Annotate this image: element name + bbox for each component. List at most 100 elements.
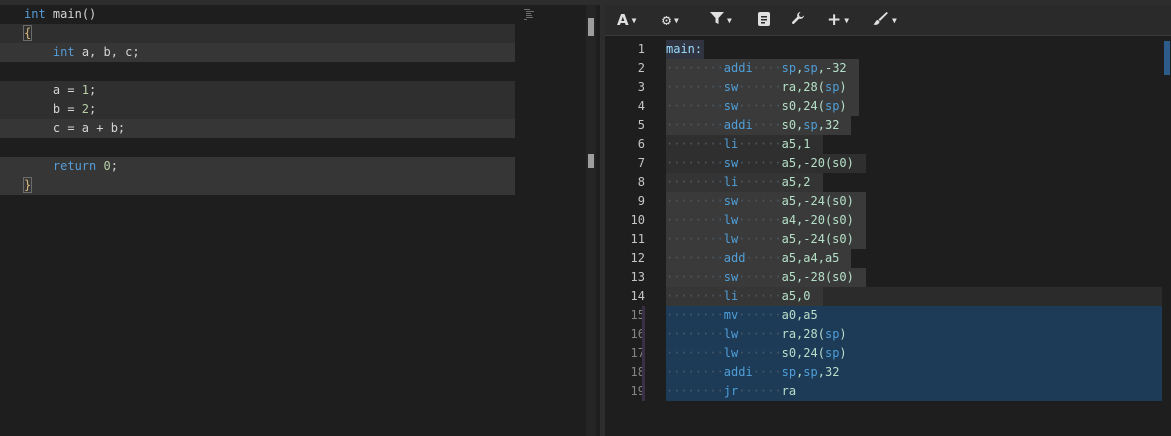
mnemonic: add	[723, 251, 746, 265]
source-scroll-thumb[interactable]	[588, 18, 594, 36]
code-token: 1	[81, 83, 90, 97]
line-number: 14	[630, 289, 645, 303]
operand: ,-32	[817, 61, 847, 75]
instruction: ········jr······ra	[666, 382, 796, 401]
settings-button[interactable]: ⚙ ▼	[662, 9, 679, 31]
instruction: ········sw······a5,-20(s0)	[666, 154, 866, 173]
source-scroll-marker	[588, 154, 594, 168]
instruction: ········mv······a0,a5	[666, 306, 818, 325]
line-number: 5	[637, 118, 645, 132]
mnemonic: lw	[723, 346, 739, 360]
assembly-line[interactable]: ········addi····s0,sp,32	[666, 116, 852, 135]
whitespace-dots: ········	[666, 270, 724, 284]
font-button[interactable]: A ▼	[617, 9, 636, 31]
chevron-down-icon: ▼	[727, 15, 732, 25]
source-line-text: b = 2;	[24, 100, 96, 119]
whitespace-dots: ······	[738, 137, 782, 151]
assembly-line[interactable]: ········sw······a5,-24(s0)	[666, 192, 866, 211]
source-line[interactable]: a = 1;	[0, 81, 515, 100]
assembly-scroll-thumb[interactable]	[1164, 41, 1170, 75]
line-number: 13	[630, 270, 645, 284]
whitespace-dots: ······	[738, 346, 782, 360]
source-editor[interactable]: int main(){ int a, b, c; a = 1; b = 2; c…	[0, 5, 600, 436]
gutter-marker	[642, 344, 645, 363]
assembly-scrollbar[interactable]	[1162, 40, 1171, 436]
source-scrollbar[interactable]	[586, 5, 596, 436]
source-line[interactable]: c = a + b;	[0, 119, 515, 138]
assembly-line[interactable]: ········sw······s0,24(sp)	[666, 97, 859, 116]
assembly-line[interactable]: ········li······a5,1	[666, 135, 823, 154]
line-number: 17	[630, 346, 645, 360]
instruction: ········sw······ra,28(sp)	[666, 78, 859, 97]
wrench-button[interactable]	[791, 9, 805, 31]
line-number: 6	[637, 137, 645, 151]
mnemonic: lw	[723, 232, 739, 246]
whitespace-dots: ········	[666, 61, 724, 75]
instruction: ········sw······a5,-28(s0)	[666, 268, 866, 287]
assembly-line[interactable]: main:	[666, 40, 705, 59]
operand: ,32	[817, 365, 840, 379]
whitespace-dots: ········	[666, 99, 724, 113]
assembly-line[interactable]: ········lw······a4,-20(s0)	[666, 211, 866, 230]
assembly-line[interactable]: ········jr······ra	[666, 382, 796, 401]
operand: sp	[803, 118, 818, 132]
operand: a0,a5	[781, 308, 818, 322]
document-button[interactable]	[758, 9, 770, 31]
whitespace-dots: ········	[666, 137, 724, 151]
operand: a5,0	[781, 289, 811, 303]
line-number: 16	[630, 327, 645, 341]
code-token: b =	[24, 102, 82, 116]
assembly-line[interactable]: ········mv······a0,a5	[666, 306, 818, 325]
assembly-line[interactable]: ········lw······s0,24(sp)	[666, 344, 847, 363]
mnemonic: sw	[723, 156, 739, 170]
assembly-line[interactable]: ········add·····a5,a4,a5	[666, 249, 852, 268]
code-token: a =	[24, 83, 82, 97]
assembly-line[interactable]: ········sw······a5,-28(s0)	[666, 268, 866, 287]
assembly-line[interactable]: ········sw······ra,28(sp)	[666, 78, 859, 97]
line-number: 1	[637, 42, 645, 56]
gear-icon: ⚙	[662, 11, 672, 29]
operand: a5,2	[781, 175, 811, 189]
code-token: int	[52, 45, 75, 59]
whitespace-dots: ······	[738, 270, 782, 284]
assembly-line[interactable]: ········lw······ra,28(sp)	[666, 325, 847, 344]
whitespace-dots: ········	[666, 365, 724, 379]
assembly-line[interactable]: ········addi····sp,sp,-32	[666, 59, 859, 78]
source-line[interactable]: {	[0, 24, 515, 43]
instruction: ········addi····sp,sp,-32	[666, 59, 859, 78]
source-line-text: {	[22, 24, 33, 43]
add-button[interactable]: + ▼	[827, 9, 849, 31]
gutter-marker	[642, 363, 645, 382]
chevron-down-icon: ▼	[631, 15, 637, 25]
assembly-line[interactable]: ········li······a5,2	[666, 173, 823, 192]
code-token: ()	[81, 7, 97, 21]
source-line[interactable]: b = 2;	[0, 100, 515, 119]
filter-button[interactable]: ▼	[710, 9, 732, 31]
assembly-line[interactable]: ········sw······a5,-20(s0)	[666, 154, 866, 173]
operand: ,32	[817, 118, 840, 132]
document-icon	[758, 11, 770, 29]
source-line[interactable]: }	[0, 176, 515, 195]
whitespace-dots: ·····	[745, 251, 782, 265]
minimap-icon[interactable]	[523, 8, 537, 22]
assembly-line[interactable]: ········lw······a5,-24(s0)	[666, 230, 866, 249]
code-token: {	[22, 25, 33, 41]
operand: sp	[824, 327, 840, 341]
whitespace-dots: ········	[666, 80, 724, 94]
code-token: ;	[89, 83, 97, 97]
operand: sp	[781, 61, 797, 75]
font-icon: A	[617, 11, 629, 29]
source-line[interactable]: return 0;	[0, 157, 515, 176]
operand: a4,-20(s0)	[781, 213, 854, 227]
source-line[interactable]: int a, b, c;	[0, 43, 515, 62]
operand: a5,-24(s0)	[781, 194, 854, 208]
assembly-line[interactable]: ········li······a5,0	[666, 287, 823, 306]
operand: sp	[803, 365, 818, 379]
brush-icon	[873, 11, 889, 29]
assembly-line[interactable]: ········addi····sp,sp,32	[666, 363, 839, 382]
whitespace-dots: ········	[666, 118, 724, 132]
brush-button[interactable]: ▼	[873, 9, 897, 31]
whitespace-dots: ········	[666, 251, 724, 265]
line-number: 19	[630, 384, 645, 398]
